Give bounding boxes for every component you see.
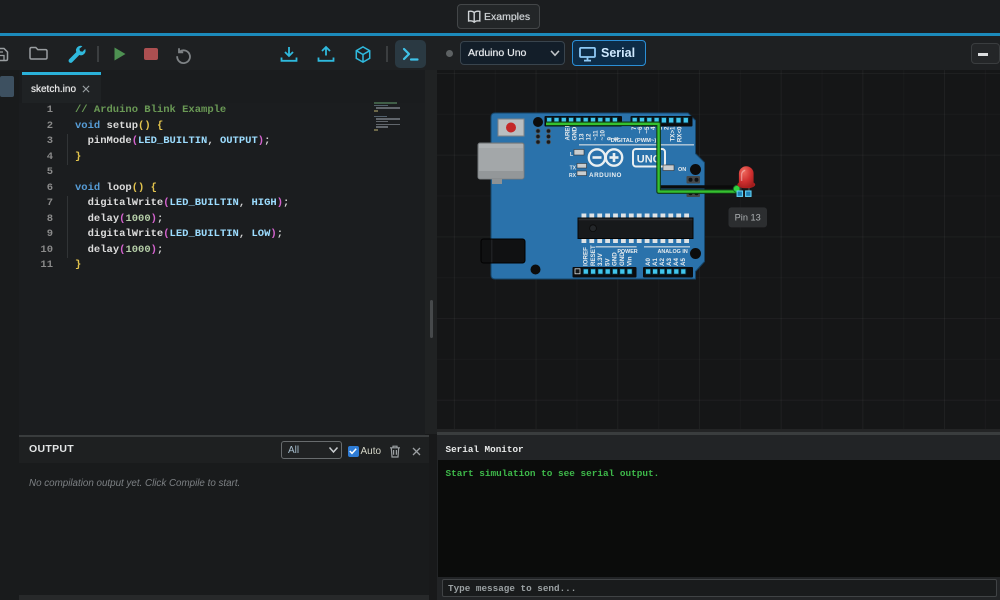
svg-text:GND: GND [612,252,619,266]
svg-text:RX: RX [569,173,577,179]
svg-text:A4: A4 [673,258,680,266]
svg-text:TX: TX [570,166,577,172]
svg-text:A0: A0 [645,258,652,266]
svg-text:12: 12 [585,133,592,140]
svg-text:GND: GND [571,126,578,140]
svg-text:DIGITAL (PWM~): DIGITAL (PWM~) [611,138,657,144]
svg-text:3.3V: 3.3V [597,252,604,266]
svg-text:RX<0: RX<0 [677,126,684,142]
svg-text:A1: A1 [652,258,659,266]
svg-text:Pin 13: Pin 13 [735,213,761,223]
svg-text:13: 13 [578,133,585,140]
svg-text:4: 4 [650,126,657,130]
svg-text:GND: GND [619,252,626,266]
svg-text:ANALOG IN: ANALOG IN [657,249,687,255]
svg-text:5V: 5V [604,258,611,266]
svg-text:Vin: Vin [626,256,633,266]
svg-text:L: L [570,152,573,158]
svg-text:ARDUINO: ARDUINO [589,172,622,179]
svg-text:~11: ~11 [592,130,599,141]
svg-text:RESET: RESET [590,245,597,266]
svg-text:ON: ON [678,167,686,173]
svg-text:TX>1: TX>1 [670,126,677,142]
svg-text:~10: ~10 [599,129,606,140]
svg-text:IOREF: IOREF [583,247,590,266]
svg-text:A3: A3 [666,258,673,266]
svg-text:A2: A2 [659,258,666,266]
svg-text:A5: A5 [680,258,687,266]
